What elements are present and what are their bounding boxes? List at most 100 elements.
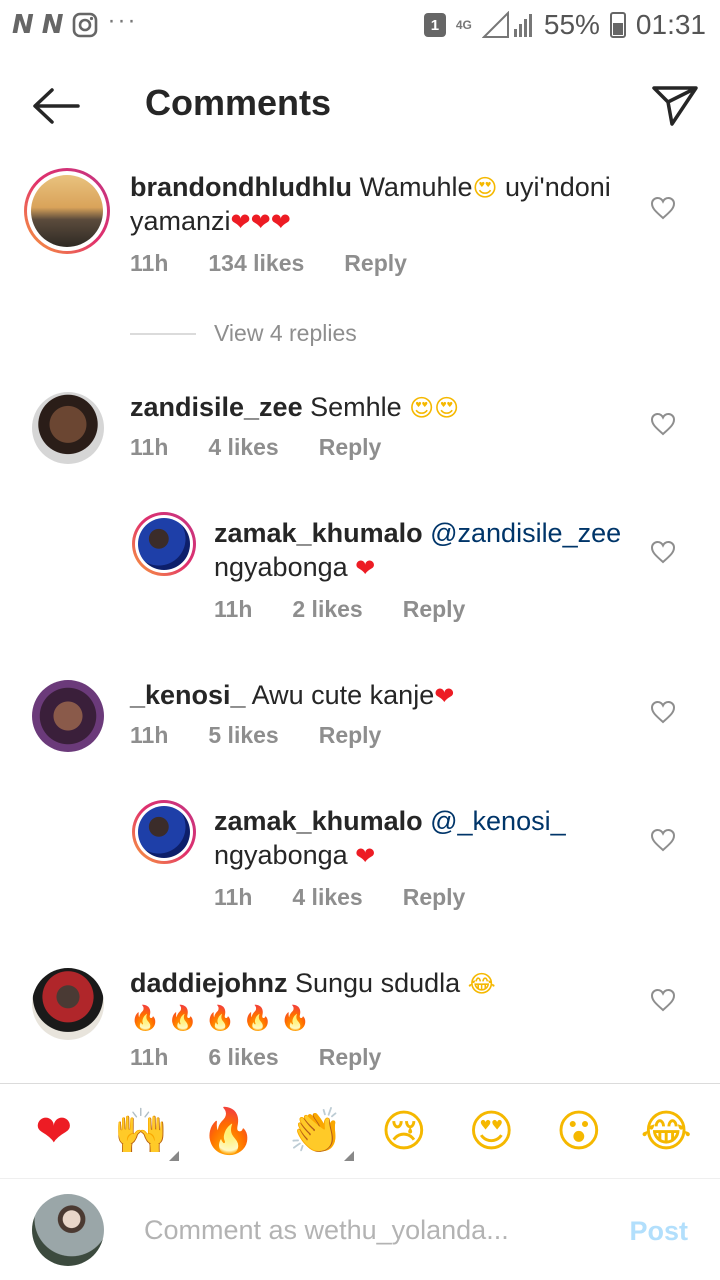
view-replies-label: View 4 replies	[214, 320, 357, 346]
story-ring[interactable]	[24, 168, 110, 254]
comment-body: ngyabonga	[214, 552, 356, 582]
heart-eyes-emoji: 😍😍	[409, 394, 460, 422]
page-title: Comments	[145, 82, 332, 123]
comment-username[interactable]: brandondhludhlu	[130, 172, 352, 202]
comment-text: daddiejohnz Sungu sdudla 😂 🔥 🔥 🔥 🔥 🔥	[130, 966, 630, 1034]
red-heart-emoji: ❤	[355, 842, 376, 870]
notification-n-icon: N	[41, 10, 64, 40]
comment-text: brandondhludhlu Wamuhle😍 uyi'ndoni yaman…	[130, 170, 630, 238]
comment-meta: 11h 4 likes Reply	[214, 884, 505, 911]
comment-time: 11h	[214, 596, 253, 622]
reply-button[interactable]: Reply	[319, 1044, 382, 1071]
avatar	[31, 175, 103, 247]
story-ring[interactable]	[132, 800, 196, 864]
send-icon[interactable]	[650, 80, 700, 130]
comment-text: zamak_khumalo @zandisile_zee ngyabonga ❤	[214, 516, 634, 584]
comment-body: Awu cute kanje	[245, 680, 435, 710]
mention-link[interactable]: @zandisile_zee	[430, 518, 621, 548]
story-ring[interactable]	[132, 512, 196, 576]
my-avatar	[32, 1194, 104, 1266]
comment-likes[interactable]: 5 likes	[208, 722, 278, 749]
signal-icon	[481, 11, 532, 38]
avatar	[138, 806, 190, 858]
post-button[interactable]: Post	[629, 1216, 688, 1247]
red-heart-emoji: ❤	[434, 682, 455, 710]
notification-n-icon: N	[12, 10, 34, 40]
comment-time: 11h	[130, 434, 169, 460]
comment-likes[interactable]: 4 likes	[292, 884, 362, 911]
surprised-face-emoji-button[interactable]: 😮	[549, 1101, 609, 1161]
tears-of-joy-emoji: 😂	[467, 970, 496, 998]
battery-icon	[609, 12, 626, 38]
status-left: N N ···	[12, 7, 138, 40]
comment-username[interactable]: daddiejohnz	[130, 968, 288, 998]
comment-body: Wamuhle	[351, 172, 473, 202]
like-heart-icon[interactable]	[650, 196, 676, 220]
comment-time: 11h	[130, 722, 169, 748]
fire-emoji-button[interactable]: 🔥	[199, 1101, 259, 1161]
comment-username[interactable]: zamak_khumalo	[214, 806, 423, 836]
reply-button[interactable]: Reply	[319, 722, 382, 749]
like-heart-icon[interactable]	[650, 540, 676, 564]
divider	[130, 332, 196, 335]
network-type: 4G	[455, 17, 472, 32]
comment-composer: Post	[0, 1180, 720, 1280]
status-right: 1 4G 55% 01:31	[423, 9, 706, 41]
red-heart-emoji: ❤	[355, 554, 376, 582]
reply-button[interactable]: Reply	[403, 884, 466, 911]
comment-text: _kenosi_ Awu cute kanje❤	[130, 678, 630, 712]
back-arrow-icon[interactable]	[30, 84, 82, 128]
reply-button[interactable]: Reply	[344, 250, 407, 277]
fire-emoji: 🔥 🔥 🔥 🔥 🔥	[130, 1004, 310, 1032]
comment-username[interactable]: zandisile_zee	[130, 392, 303, 422]
reply-button[interactable]: Reply	[319, 434, 382, 461]
like-heart-icon[interactable]	[650, 988, 676, 1012]
sim-badge: 1	[423, 13, 446, 37]
instagram-icon	[72, 12, 97, 38]
comment-body: Semhle	[302, 392, 410, 422]
like-heart-icon[interactable]	[650, 412, 676, 436]
emoji-quick-bar: ❤ 🙌 🔥 👏 😢 😍 😮 😂	[0, 1083, 720, 1179]
raising-hands-emoji: 🙌	[113, 1106, 169, 1157]
battery-percent: 55%	[543, 9, 600, 40]
comment-username[interactable]: zamak_khumalo	[214, 518, 423, 548]
comment-likes[interactable]: 4 likes	[208, 434, 278, 461]
view-replies-button[interactable]: View 4 replies	[130, 320, 357, 347]
avatar[interactable]	[32, 680, 104, 752]
like-heart-icon[interactable]	[650, 700, 676, 724]
comment-time: 11h	[214, 884, 253, 910]
comment-likes[interactable]: 134 likes	[208, 250, 304, 277]
clock: 01:31	[635, 9, 706, 40]
comment-meta: 11h 2 likes Reply	[214, 596, 505, 623]
crying-face-emoji-button[interactable]: 😢	[374, 1101, 434, 1161]
heart-eyes-emoji: 😍	[472, 174, 498, 202]
comment-body: Sungu sdudla	[287, 968, 468, 998]
red-heart-emoji-button[interactable]: ❤	[24, 1101, 84, 1161]
status-bar: N N ··· 1 4G 55% 01:31	[0, 0, 720, 50]
comment-text: zamak_khumalo @_kenosi_ ngyabonga ❤	[214, 804, 634, 872]
reply-button[interactable]: Reply	[403, 596, 466, 623]
avatar[interactable]	[32, 392, 104, 464]
avatar[interactable]	[32, 968, 104, 1040]
comment-likes[interactable]: 6 likes	[208, 1044, 278, 1071]
like-heart-icon[interactable]	[650, 828, 676, 852]
red-heart-emoji: ❤❤❤	[230, 208, 291, 236]
raising-hands-emoji-button[interactable]: 🙌	[111, 1101, 180, 1161]
comment-body: ngyabonga	[214, 840, 356, 870]
comment-meta: 11h 134 likes Reply	[130, 250, 447, 277]
comment-input[interactable]	[144, 1210, 584, 1250]
comment-likes[interactable]: 2 likes	[292, 596, 362, 623]
comment-meta: 11h 5 likes Reply	[130, 722, 421, 749]
comment-meta: 11h 4 likes Reply	[130, 434, 421, 461]
tears-of-joy-emoji-button[interactable]: 😂	[636, 1101, 696, 1161]
avatar	[138, 518, 190, 570]
comment-time: 11h	[130, 1044, 169, 1070]
comment-time: 11h	[130, 250, 169, 276]
clapping-hands-emoji-button[interactable]: 👏	[286, 1101, 355, 1161]
more-notifications-icon: ···	[107, 7, 138, 34]
comment-list[interactable]: brandondhludhlu Wamuhle😍 uyi'ndoni yaman…	[0, 160, 720, 1080]
heart-eyes-emoji-button[interactable]: 😍	[461, 1101, 521, 1161]
mention-link[interactable]: @_kenosi_	[430, 806, 566, 836]
header: Comments	[0, 60, 720, 152]
comment-username[interactable]: _kenosi_	[130, 680, 246, 710]
